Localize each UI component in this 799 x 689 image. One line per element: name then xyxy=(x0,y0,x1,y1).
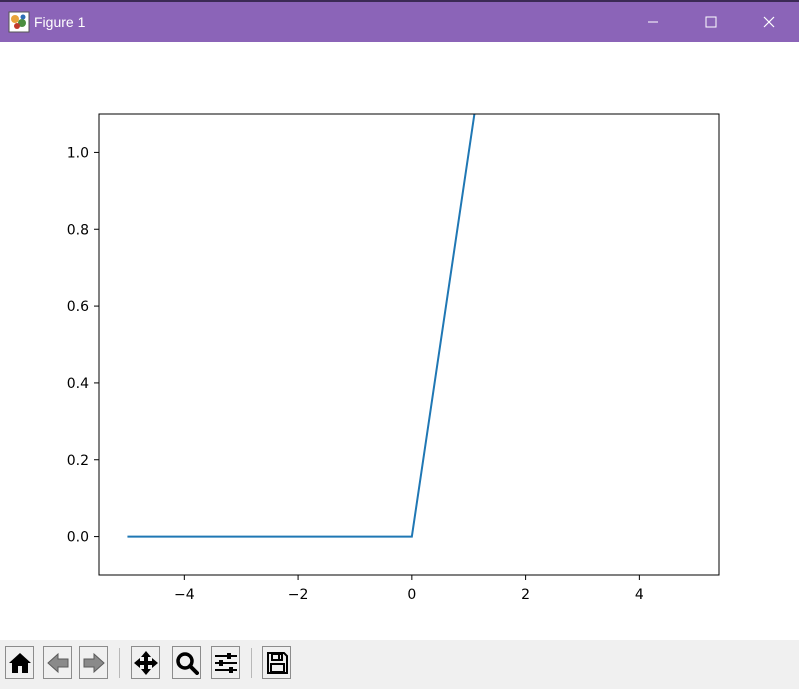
close-button[interactable] xyxy=(740,2,798,42)
matplotlib-figure-icon xyxy=(8,11,30,33)
back-button[interactable] xyxy=(43,646,72,679)
y-tick-label: 1.0 xyxy=(67,145,89,161)
pan-button[interactable] xyxy=(131,646,160,679)
sliders-icon xyxy=(214,652,237,673)
x-tick-label: 4 xyxy=(635,587,644,603)
toolbar-separator xyxy=(119,648,120,678)
maximize-icon xyxy=(705,16,717,28)
y-tick-label: 0.2 xyxy=(67,453,89,469)
window-titlebar: Figure 1 xyxy=(0,0,799,42)
y-tick-label: 0.4 xyxy=(67,376,89,392)
y-tick-label: 0.8 xyxy=(67,222,89,238)
axes-frame xyxy=(98,113,720,576)
figure-canvas[interactable]: −4 −2 0 2 4 0.0 0.2 0.4 0.6 0.8 1.0 xyxy=(0,42,799,640)
close-icon xyxy=(763,16,775,28)
move-icon xyxy=(133,650,158,675)
forward-button[interactable] xyxy=(79,646,108,679)
arrow-left-icon xyxy=(46,652,68,673)
minimize-button[interactable] xyxy=(624,2,682,42)
home-icon xyxy=(8,652,31,673)
window-title: Figure 1 xyxy=(34,14,86,30)
x-tick-label: 2 xyxy=(521,587,530,603)
x-tick-label: 0 xyxy=(407,587,416,603)
toolbar-separator xyxy=(251,648,252,678)
floppy-disk-icon xyxy=(266,651,288,674)
maximize-button[interactable] xyxy=(682,2,740,42)
save-button[interactable] xyxy=(262,646,291,679)
series-line-0 xyxy=(127,114,476,538)
home-button[interactable] xyxy=(5,646,34,679)
minimize-icon xyxy=(648,21,658,23)
configure-subplots-button[interactable] xyxy=(211,646,240,679)
zoom-button[interactable] xyxy=(172,646,201,679)
arrow-right-icon xyxy=(83,652,105,673)
navigation-toolbar xyxy=(0,640,799,689)
y-tick-label: 0.0 xyxy=(67,530,89,546)
x-tick-label: −4 xyxy=(174,587,195,603)
line-chart: −4 −2 0 2 4 0.0 0.2 0.4 0.6 0.8 1.0 xyxy=(67,113,720,603)
x-tick-label: −2 xyxy=(288,587,309,603)
magnifier-icon xyxy=(175,651,199,675)
y-tick-label: 0.6 xyxy=(67,299,89,315)
